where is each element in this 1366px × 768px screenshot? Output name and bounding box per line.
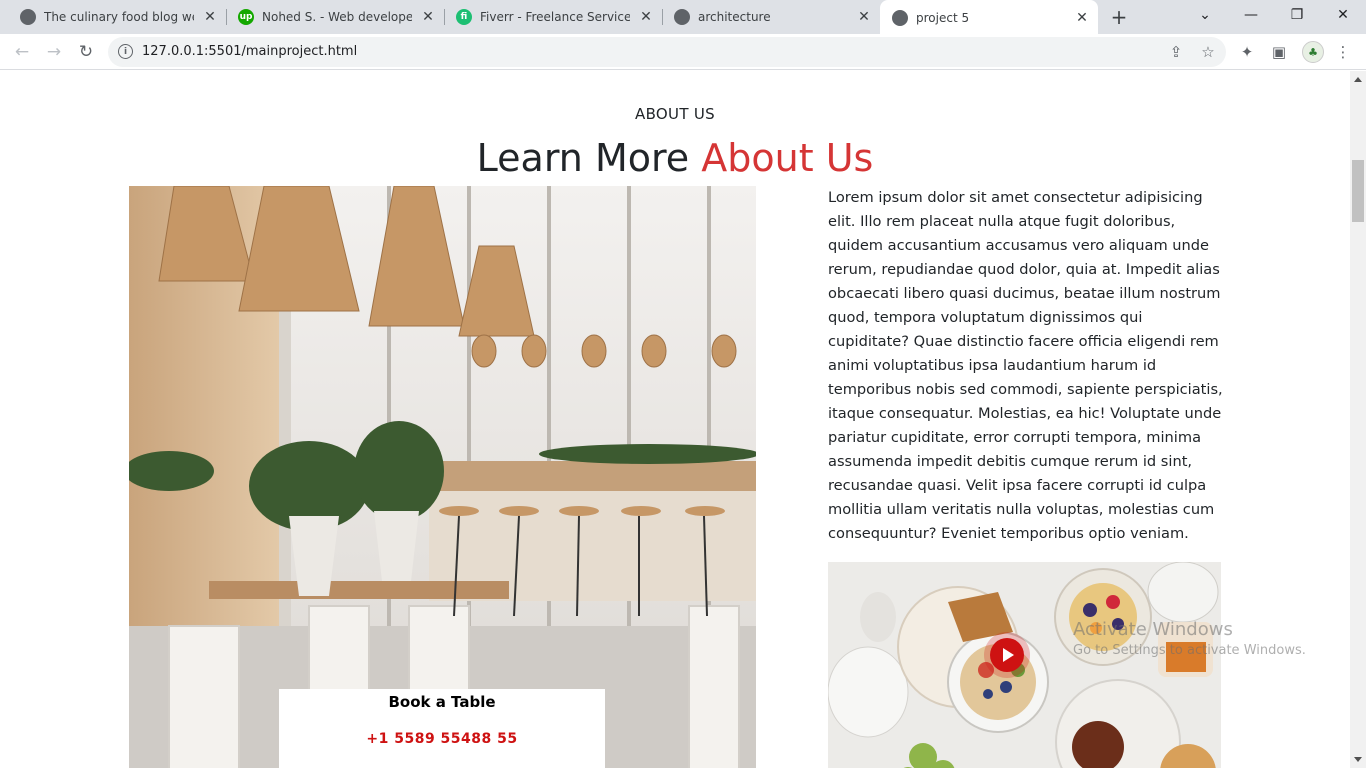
tab-culinary[interactable]: The culinary food blog websi ✕ (8, 0, 227, 34)
tab-title: architecture (698, 10, 771, 24)
close-icon[interactable]: ✕ (1074, 10, 1090, 26)
watermark-subtitle: Go to Settings to activate Windows. (1073, 643, 1306, 658)
tab-title: Fiverr - Freelance Services Ma (480, 10, 630, 24)
new-tab-button[interactable]: + (1106, 5, 1132, 29)
bookmark-star-icon[interactable]: ☆ (1198, 42, 1218, 62)
windows-activation-watermark: Activate Windows Go to Settings to activ… (1073, 619, 1306, 658)
tab-title: Nohed S. - Web developer - (262, 10, 412, 24)
tab-upwork[interactable]: up Nohed S. - Web developer - ✕ (226, 0, 445, 34)
side-panel-icon[interactable]: ▣ (1268, 41, 1290, 63)
tab-strip: The culinary food blog websi ✕ up Nohed … (0, 0, 1366, 36)
url-text[interactable]: 127.0.0.1:5501/mainproject.html (142, 44, 357, 59)
profile-avatar[interactable]: ♣ (1302, 41, 1324, 63)
globe-icon (892, 10, 908, 26)
fiverr-icon: fi (456, 9, 472, 25)
back-arrow-icon[interactable]: ← (8, 38, 36, 66)
section-label: ABOUT US (635, 105, 715, 123)
share-icon[interactable]: ⇪ (1166, 42, 1186, 62)
book-a-table-card[interactable]: Book a Table +1 5589 55488 55 (279, 689, 605, 768)
tab-search-icon[interactable]: ⌄ (1182, 0, 1228, 30)
about-paragraph: Lorem ipsum dolor sit amet consectetur a… (828, 189, 1223, 542)
book-a-table-title: Book a Table (388, 693, 496, 711)
restaurant-interior-image (129, 186, 756, 768)
restaurant-illustration (129, 186, 756, 768)
phone-number[interactable]: +1 5589 55488 55 (279, 731, 605, 747)
page-scrollbar[interactable] (1350, 71, 1366, 768)
reload-icon[interactable]: ↻ (72, 38, 100, 66)
globe-icon (674, 9, 690, 25)
restore-icon[interactable]: ❐ (1274, 0, 1320, 30)
close-icon[interactable]: ✕ (202, 9, 218, 25)
section-heading: Learn More About Us (0, 135, 1350, 181)
upwork-icon: up (238, 9, 254, 25)
window-close-icon[interactable]: ✕ (1320, 0, 1366, 30)
scroll-up-arrow-icon[interactable] (1354, 77, 1362, 82)
minimize-icon[interactable]: — (1228, 0, 1274, 30)
play-video-button[interactable] (990, 638, 1024, 672)
watermark-title: Activate Windows (1073, 619, 1233, 640)
globe-icon (20, 9, 36, 25)
extensions-puzzle-icon[interactable]: ✦ (1236, 41, 1258, 63)
food-illustration (828, 562, 1221, 768)
page-viewport: ABOUT US Learn More About Us Book a Tabl… (0, 71, 1350, 768)
scroll-down-arrow-icon[interactable] (1354, 757, 1362, 762)
menu-kebab-icon[interactable]: ⋮ (1332, 41, 1354, 63)
close-icon[interactable]: ✕ (420, 9, 436, 25)
scrollbar-thumb[interactable] (1352, 160, 1364, 222)
tab-architecture[interactable]: architecture ✕ (662, 0, 880, 34)
close-icon[interactable]: ✕ (856, 9, 872, 25)
tab-fiverr[interactable]: fi Fiverr - Freelance Services Ma ✕ (444, 0, 663, 34)
tab-project-5[interactable]: project 5 ✕ (880, 0, 1098, 36)
tab-title: The culinary food blog websi (44, 10, 194, 24)
close-icon[interactable]: ✕ (638, 9, 654, 25)
food-video-thumbnail[interactable] (828, 562, 1221, 768)
forward-arrow-icon[interactable]: → (40, 38, 68, 66)
tab-title: project 5 (916, 11, 970, 25)
address-bar[interactable]: i 127.0.0.1:5501/mainproject.html ⇪ ☆ (108, 37, 1226, 67)
browser-toolbar: ← → ↻ i 127.0.0.1:5501/mainproject.html … (0, 34, 1366, 70)
heading-main: Learn More (476, 136, 690, 180)
info-icon[interactable]: i (118, 44, 133, 59)
heading-accent: About Us (701, 136, 874, 180)
